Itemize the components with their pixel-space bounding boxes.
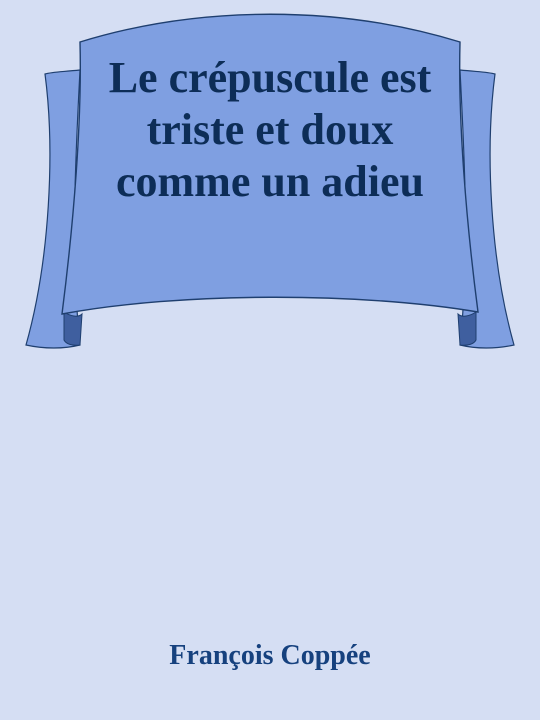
book-title: Le crépuscule est triste et doux comme u… <box>108 53 432 206</box>
book-author: François Coppée <box>169 640 371 671</box>
banner-left-fold <box>63 311 83 346</box>
book-cover: Le crépuscule est triste et doux comme u… <box>0 0 540 720</box>
banner-right-fold <box>457 311 477 346</box>
